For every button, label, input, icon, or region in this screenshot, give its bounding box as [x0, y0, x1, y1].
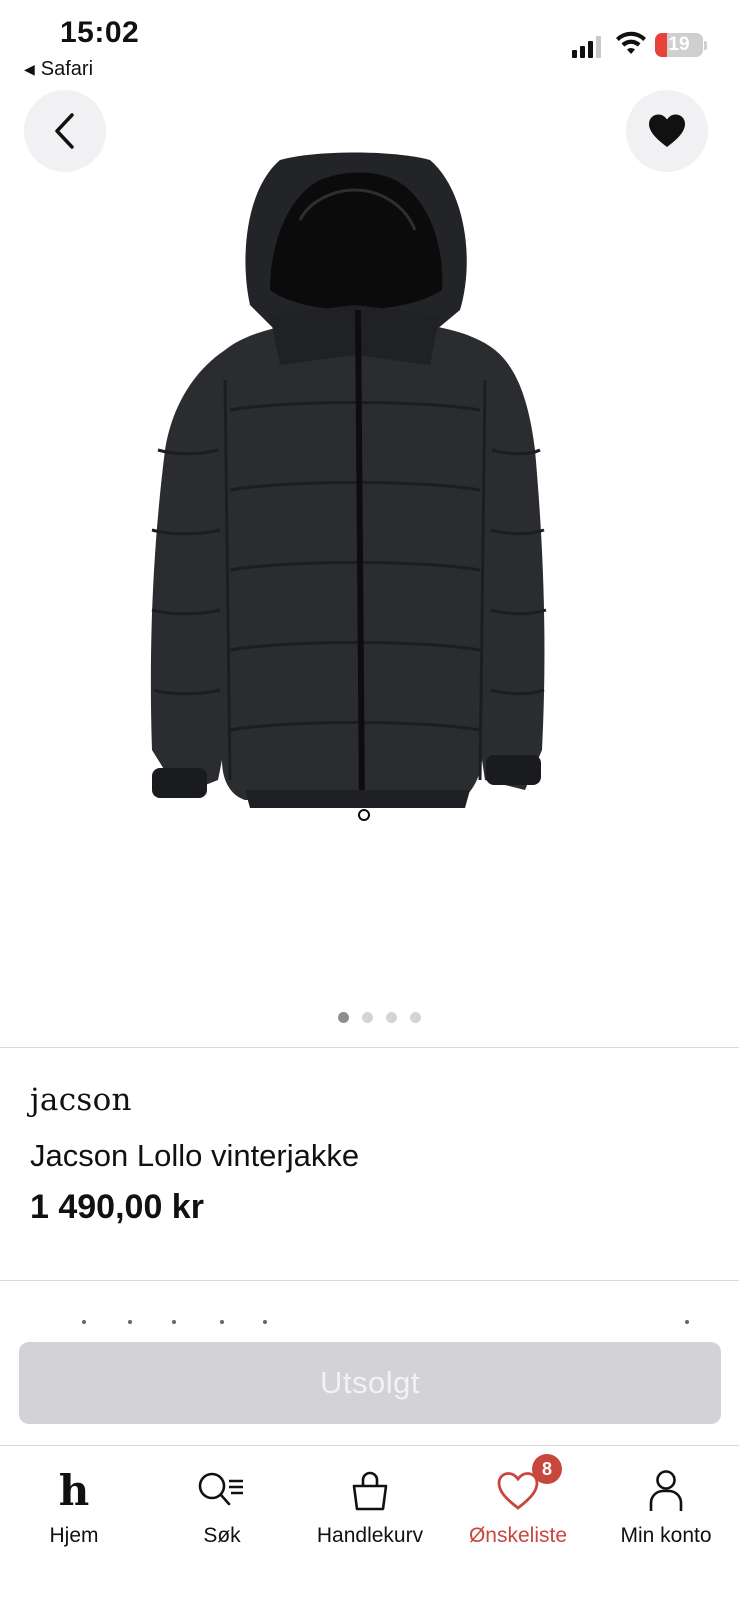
back-button[interactable]	[24, 90, 106, 172]
carousel-dot[interactable]	[362, 1012, 373, 1023]
image-carousel-indicator[interactable]	[0, 1012, 739, 1023]
chevron-left-icon	[55, 113, 74, 149]
status-time: 15:02	[60, 16, 140, 49]
carousel-dot[interactable]	[386, 1012, 397, 1023]
tab-home[interactable]: h Hjem	[0, 1462, 148, 1548]
heart-filled-icon	[649, 114, 685, 147]
back-to-safari-link[interactable]: ◀ Safari	[24, 58, 93, 81]
product-image[interactable]	[130, 150, 580, 840]
favorite-button[interactable]	[626, 90, 708, 172]
tab-wishlist[interactable]: 8 Ønskeliste	[444, 1454, 592, 1548]
tab-account[interactable]: Min konto	[592, 1462, 739, 1548]
battery-icon: 19	[655, 33, 703, 57]
search-list-icon	[198, 1472, 243, 1506]
tab-label: Hjem	[49, 1524, 99, 1547]
back-app-label: Safari	[40, 58, 94, 80]
bottom-tab-bar: h Hjem Søk Handlekurv 8 Ønskeliste Min k…	[0, 1445, 739, 1600]
carousel-dot[interactable]	[338, 1012, 349, 1023]
divider	[0, 1280, 739, 1281]
tab-search[interactable]: Søk	[148, 1462, 296, 1548]
tab-label: Handlekurv	[316, 1524, 424, 1547]
tab-label: Ønskeliste	[468, 1524, 568, 1547]
battery-nub	[704, 41, 707, 50]
status-bar: 15:02 ◀ Safari 19	[0, 0, 739, 86]
tab-label: Søk	[203, 1524, 241, 1547]
battery-percentage: 19	[668, 34, 690, 55]
product-title: Jacson Lollo vinterjakke	[30, 1138, 360, 1173]
person-icon	[649, 1470, 683, 1511]
home-h-icon: h	[58, 1466, 90, 1515]
divider	[0, 1047, 739, 1048]
back-triangle-icon: ◀	[24, 61, 35, 77]
brand-name[interactable]: jacson	[30, 1082, 132, 1118]
tab-cart[interactable]: Handlekurv	[296, 1462, 444, 1548]
wishlist-count-badge: 8	[532, 1454, 562, 1484]
shopping-bag-icon	[352, 1471, 388, 1511]
product-price: 1 490,00 kr	[30, 1188, 204, 1226]
cellular-signal-icon	[572, 34, 601, 58]
wifi-icon	[616, 31, 646, 54]
sold-out-button[interactable]: Utsolgt	[19, 1342, 721, 1424]
tab-label: Min konto	[620, 1524, 712, 1547]
carousel-dot[interactable]	[410, 1012, 421, 1023]
partially-hidden-text	[30, 1316, 710, 1324]
